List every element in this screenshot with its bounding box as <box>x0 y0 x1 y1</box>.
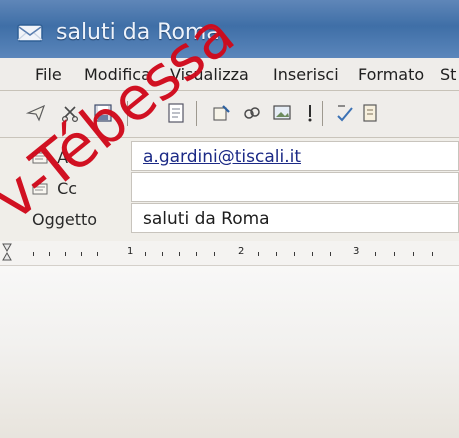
address-book-icon <box>32 152 48 164</box>
menu-strumenti[interactable]: St <box>440 65 456 84</box>
ruler-tick <box>276 252 277 256</box>
menu-inserisci[interactable]: Inserisci <box>273 65 339 84</box>
ruler-marker-icon <box>2 243 12 261</box>
ruler: 1 2 3 <box>0 241 459 266</box>
ruler-tick <box>312 252 313 256</box>
ruler-tick <box>330 252 331 256</box>
ruler-tick <box>214 252 215 256</box>
to-label: A. <box>32 148 73 167</box>
address-book-icon[interactable] <box>359 102 381 124</box>
page-icon[interactable] <box>165 102 187 124</box>
toolbar-separator <box>127 101 128 126</box>
priority-icon[interactable] <box>299 102 321 124</box>
subject-value[interactable]: saluti da Roma <box>143 209 270 229</box>
ruler-tick <box>394 252 395 256</box>
cut-icon[interactable] <box>59 102 81 124</box>
address-book-icon <box>32 183 48 195</box>
ruler-tick <box>413 252 414 256</box>
window-title: saluti da Roma <box>56 20 220 45</box>
ruler-tick <box>81 252 82 256</box>
send-icon[interactable] <box>26 102 48 124</box>
menu-visualizza[interactable]: Visualizza <box>170 65 249 84</box>
ruler-label: 3 <box>353 246 360 257</box>
link-icon[interactable] <box>241 102 263 124</box>
menu-bar: File Modifica Visualizza Inserisci Forma… <box>0 58 459 91</box>
ruler-tick <box>432 252 433 256</box>
ruler-tick <box>97 252 98 256</box>
menu-file[interactable]: File <box>35 65 62 84</box>
menu-formato[interactable]: Formato <box>358 65 424 84</box>
spellcheck-icon[interactable] <box>334 102 356 124</box>
to-value[interactable]: a.gardini@tiscali.it <box>143 147 301 167</box>
image-icon[interactable] <box>271 102 293 124</box>
toolbar-separator <box>196 101 197 126</box>
subject-label: Oggetto <box>32 210 98 229</box>
ruler-tick <box>65 252 66 256</box>
subject-field[interactable]: saluti da Roma <box>131 203 459 233</box>
ruler-tick <box>179 252 180 256</box>
to-field[interactable]: a.gardini@tiscali.it <box>131 141 459 171</box>
toolbar-separator <box>322 101 323 126</box>
ruler-tick <box>33 252 34 256</box>
menu-modifica[interactable]: Modifica <box>84 65 151 84</box>
ruler-tick <box>294 252 295 256</box>
ruler-tick <box>145 252 146 256</box>
message-body[interactable] <box>0 266 459 438</box>
ruler-tick <box>196 252 197 256</box>
ruler-tick <box>375 252 376 256</box>
email-compose-window: saluti da Roma File Modifica Visualizza … <box>0 0 459 438</box>
cc-label: Cc <box>32 179 77 198</box>
edit-icon[interactable] <box>211 102 233 124</box>
title-bar: saluti da Roma <box>0 0 459 58</box>
toolbar <box>0 91 459 138</box>
mail-icon <box>17 24 43 42</box>
ruler-tick <box>49 252 50 256</box>
message-headers: A. a.gardini@tiscali.it Cc Oggetto salut… <box>0 138 459 242</box>
cc-field[interactable] <box>131 172 459 202</box>
ruler-label: 1 <box>127 246 134 257</box>
save-icon[interactable] <box>92 102 114 124</box>
ruler-tick <box>258 252 259 256</box>
ruler-label: 2 <box>238 246 245 257</box>
ruler-tick <box>162 252 163 256</box>
